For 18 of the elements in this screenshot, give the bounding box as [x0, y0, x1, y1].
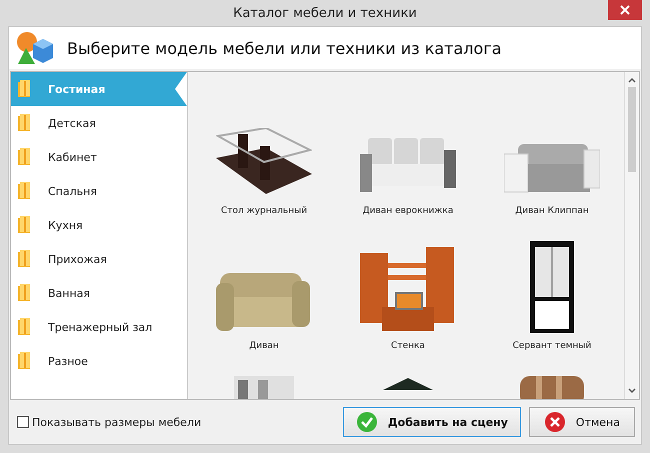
category-item[interactable]: Тренажерный зал — [11, 310, 187, 344]
category-item[interactable]: Спальня — [11, 174, 187, 208]
item-caption: Стенка — [391, 341, 425, 351]
cancel-button[interactable]: Отмена — [528, 407, 635, 437]
dialog-heading: Выберите модель мебели или техники из каталога — [67, 38, 502, 58]
category-item[interactable]: Разное — [11, 344, 187, 378]
category-item[interactable]: Кабинет — [11, 140, 187, 174]
category-item[interactable]: Детская — [11, 106, 187, 140]
item-caption: Стол журнальный — [220, 206, 308, 216]
item-caption: Диван — [249, 341, 279, 351]
category-item[interactable]: Прихожая — [11, 242, 187, 276]
category-item[interactable]: Кухня — [11, 208, 187, 242]
window-title: Каталог мебели и техники — [233, 6, 417, 20]
item-caption: Диван Клиппан — [515, 206, 589, 216]
item-caption: Сервант темный — [512, 341, 592, 351]
item-caption: Диван еврокнижка — [362, 206, 454, 216]
add-to-scene-button[interactable]: Добавить на сцену — [342, 407, 521, 437]
category-item[interactable]: Ванная — [11, 276, 187, 310]
